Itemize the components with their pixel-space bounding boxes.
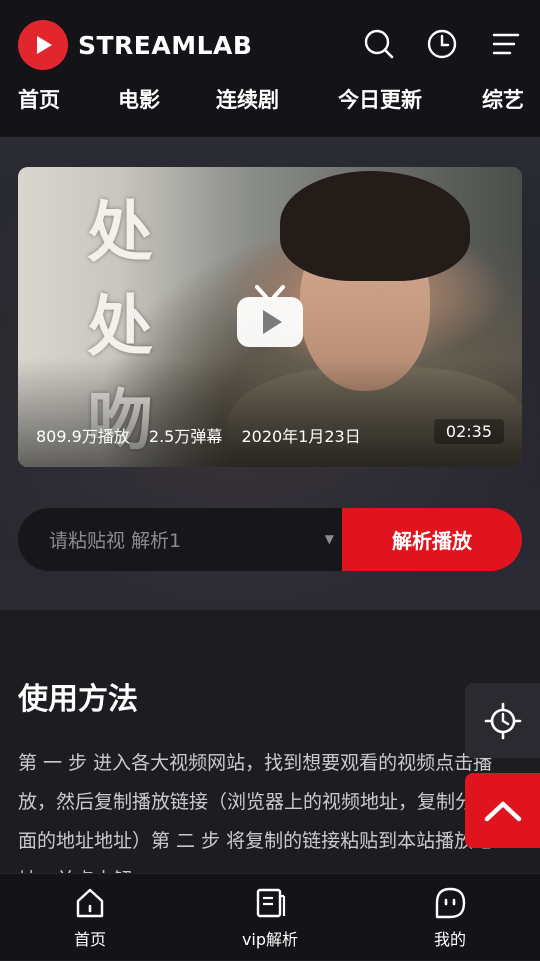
menu-icon[interactable] [490,28,522,60]
tab-label: 首页 [73,930,106,949]
nav-item-series[interactable]: 连续剧 [216,84,279,114]
nav-item-today-updates[interactable]: 今日更新 [338,84,422,114]
tab-label: vip解析 [241,930,299,949]
category-nav: 首页 电影 连续剧 今日更新 综艺 [0,84,540,124]
tab-vip-parse[interactable]: vip解析 [180,874,360,961]
video-duration: 02:35 [433,419,504,444]
nav-item-home[interactable]: 首页 [18,84,60,114]
caret-down-icon: ▼ [324,532,334,546]
danmaku-count: 2.5万弹幕 [148,427,223,446]
bottom-tab-bar: 首页 vip解析 我的 [0,873,540,960]
theme-toggle-button[interactable] [465,683,540,758]
search-icon[interactable] [363,28,395,60]
usage-section: 使用方法 第 一 步 进入各大视频网站，找到想要观看的视频点击播放，然后复制播放… [0,610,540,873]
history-icon[interactable] [426,28,458,60]
parse-play-button[interactable]: 解析播放 [342,508,522,571]
profile-icon [435,887,466,919]
publish-date: 2020年1月23日 [241,427,361,446]
parse-bar: 请粘贴视 解析1 ▼ 解析播放 [18,508,522,571]
brightness-icon [484,702,521,739]
usage-paragraph: 第 一 步 进入各大视频网站，找到想要观看的视频点击播放，然后复制播放链接（浏览… [18,752,513,873]
app-header: STREAMLAB 首页 电影 连续剧 今日更新 综艺 [0,0,540,137]
nav-item-variety[interactable]: 综艺 [482,84,524,114]
parse-placeholder: 请粘贴视 解析1 [49,530,182,552]
hero-section: 处处吻 809.9万播放 2.5万弹幕 2020年1月23日 02:35 请粘贴… [0,137,540,610]
document-icon [256,888,286,918]
brand-logo[interactable]: STREAMLAB [18,20,252,70]
tab-home[interactable]: 首页 [0,874,180,961]
play-logo-icon [18,20,68,70]
play-count: 809.9万播放 [36,427,130,446]
back-to-top-button[interactable] [465,773,540,848]
featured-video-card[interactable]: 处处吻 809.9万播放 2.5万弹幕 2020年1月23日 02:35 [18,167,522,467]
section-title: 使用方法 [18,682,138,717]
brand-name: STREAMLAB [78,30,253,60]
home-icon [76,888,104,918]
tab-label: 我的 [433,930,466,949]
chevron-up-icon [484,801,521,821]
video-meta: 809.9万播放 2.5万弹幕 2020年1月23日 [36,423,375,447]
tv-play-icon[interactable] [235,283,305,351]
parse-url-select[interactable]: 请粘贴视 解析1 ▼ [18,508,342,571]
tab-profile[interactable]: 我的 [360,874,540,961]
nav-item-movies[interactable]: 电影 [118,84,160,114]
